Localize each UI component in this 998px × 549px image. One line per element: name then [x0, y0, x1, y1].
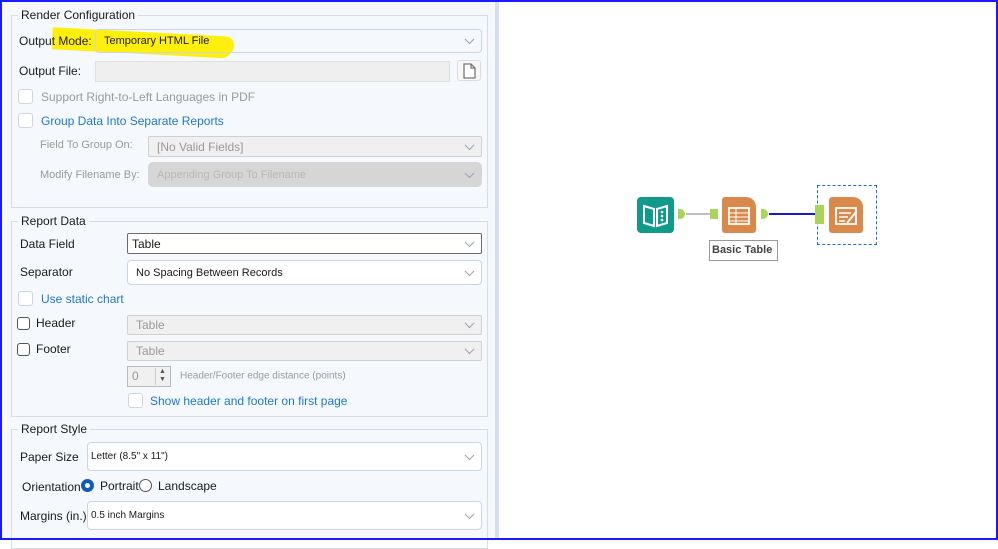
input-tool-book-icon[interactable]	[637, 197, 674, 233]
output-file-label: Output File:	[19, 64, 82, 78]
show-first-page-checkbox[interactable]	[128, 393, 143, 408]
paper-size-label: Paper Size	[20, 450, 79, 464]
workflow-canvas[interactable]: Basic Table	[499, 0, 998, 540]
static-chart-label[interactable]: Use static chart	[41, 292, 124, 306]
group-title: Report Style	[18, 422, 91, 436]
chevron-down-icon	[464, 34, 475, 45]
header-checkbox[interactable]	[17, 317, 30, 330]
margins-value: 0.5 inch Margins	[91, 510, 165, 521]
group-data-label[interactable]: Group Data Into Separate Reports	[41, 114, 224, 128]
browse-file-button[interactable]	[457, 60, 481, 81]
data-field-select[interactable]: Table	[127, 233, 482, 254]
group-title: Render Configuration	[18, 8, 139, 22]
footer-value: Table	[136, 344, 165, 358]
header-value: Table	[136, 318, 165, 332]
group-title: Report Data	[18, 214, 89, 228]
landscape-radio[interactable]	[139, 479, 152, 492]
portrait-radio[interactable]	[81, 479, 94, 492]
chevron-down-icon	[464, 167, 475, 178]
output-mode-value: Temporary HTML File	[104, 35, 210, 47]
modify-filename-value: Appending Group To Filename	[157, 168, 307, 181]
rtl-checkbox[interactable]	[18, 89, 33, 104]
paper-size-select[interactable]: Letter (8.5" x 11")	[87, 442, 482, 471]
margins-select[interactable]: 0.5 inch Margins	[87, 501, 482, 530]
rtl-label: Support Right-to-Left Languages in PDF	[41, 90, 256, 104]
static-chart-checkbox[interactable]	[18, 291, 33, 306]
chevron-down-icon	[464, 449, 475, 460]
chevron-down-icon	[464, 318, 475, 329]
chevron-down-icon	[464, 344, 475, 355]
field-group-value: [No Valid Fields]	[157, 139, 244, 154]
separator-label: Separator	[20, 265, 73, 279]
footer-checkbox[interactable]	[17, 343, 30, 356]
show-first-page-label[interactable]: Show header and footer on first page	[150, 394, 347, 408]
data-field-label: Data Field	[20, 237, 75, 251]
edge-distance-spinner[interactable]: 0 ▲ ▼	[127, 366, 171, 387]
input-anchor[interactable]	[710, 209, 718, 219]
header-label: Header	[36, 316, 76, 330]
field-group-label: Field To Group On:	[40, 139, 133, 151]
output-mode-select[interactable]: Temporary HTML File	[95, 29, 482, 53]
tool-annotation: Basic Table	[709, 240, 778, 261]
header-select[interactable]: Table	[127, 315, 482, 335]
chevron-down-icon	[464, 139, 475, 150]
data-field-value: Table	[132, 236, 161, 251]
spinner-arrows-icon[interactable]: ▲ ▼	[155, 368, 169, 385]
separator-select[interactable]: No Spacing Between Records	[127, 260, 482, 285]
modify-filename-label: Modify Filename By:	[40, 169, 140, 181]
margins-label: Margins (in.)	[20, 509, 87, 523]
edge-distance-value: 0	[132, 369, 139, 383]
file-icon	[463, 63, 476, 79]
modify-filename-select[interactable]: Appending Group To Filename	[148, 162, 482, 187]
configuration-panel: Render Configuration Output Mode: Tempor…	[0, 0, 495, 549]
orientation-label: Orientation	[22, 480, 81, 494]
portrait-label[interactable]: Portrait	[100, 479, 139, 493]
field-group-select[interactable]: [No Valid Fields]	[148, 136, 482, 157]
chevron-down-icon	[464, 508, 475, 519]
footer-label: Footer	[36, 342, 71, 356]
separator-value: No Spacing Between Records	[136, 266, 283, 279]
group-data-checkbox[interactable]	[18, 113, 33, 128]
input-anchor[interactable]	[815, 205, 824, 224]
output-mode-label: Output Mode:	[19, 34, 92, 48]
chevron-down-icon	[464, 265, 475, 276]
paper-size-value: Letter (8.5" x 11")	[91, 451, 168, 462]
render-tool-icon[interactable]	[829, 197, 863, 233]
edge-distance-label: Header/Footer edge distance (points)	[180, 370, 346, 382]
chevron-down-icon	[464, 236, 475, 247]
basic-table-tool-icon[interactable]	[722, 197, 756, 233]
landscape-label[interactable]: Landscape	[158, 479, 217, 493]
workflow-connections	[686, 213, 815, 215]
footer-select[interactable]: Table	[127, 341, 482, 361]
output-file-input[interactable]	[95, 61, 450, 82]
